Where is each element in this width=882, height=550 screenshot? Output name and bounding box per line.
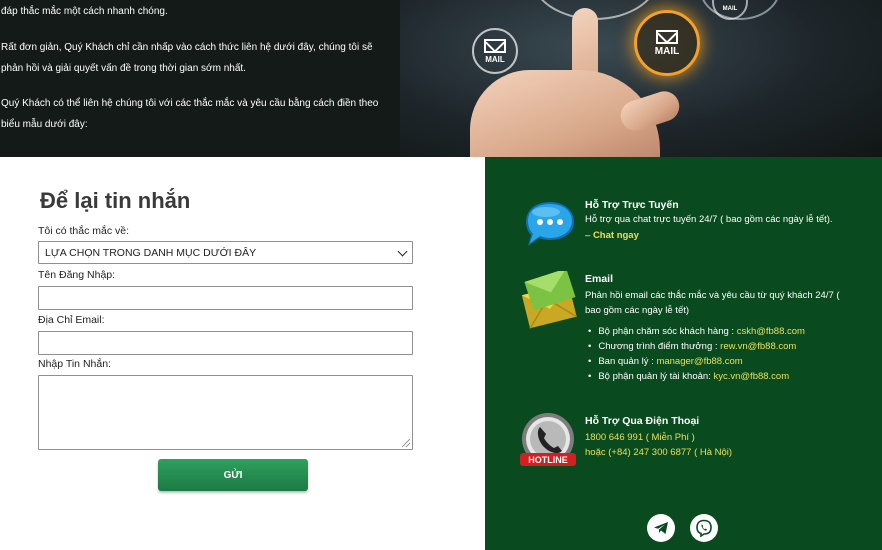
message-textarea[interactable]	[38, 375, 413, 450]
contact-label: Bộ phận quản lý tài khoản:	[598, 371, 714, 382]
hero-image: MAIL MAIL MAIL	[400, 0, 882, 157]
contact-label: Bộ phận chăm sóc khách hàng :	[598, 326, 737, 337]
contact-email-link[interactable]: rew.vn@fb88.com	[720, 341, 796, 352]
list-item: Bộ phận quản lý tài khoản: kyc.vn@fb88.c…	[588, 369, 805, 384]
contact-email-link[interactable]: kyc.vn@fb88.com	[713, 371, 789, 382]
hero-banner: đáp thắc mắc một cách nhanh chóng. Rất đ…	[0, 0, 882, 157]
mail-badge-label: MAIL	[722, 6, 738, 12]
hero-line-5: biểu mẫu dưới đây:	[1, 119, 88, 130]
hero-line-3: phản hồi và giải quyết vấn đề trong thời…	[1, 63, 246, 74]
contact-label: Chương trình điểm thưởng :	[598, 341, 721, 352]
chat-text: Hỗ trợ qua chat trực tuyến 24/7 ( bao gồ…	[585, 214, 833, 225]
envelope-icon	[484, 38, 506, 53]
form-title: Để lại tin nhắn	[40, 188, 191, 213]
contact-email-link[interactable]: cskh@fb88.com	[737, 326, 805, 337]
username-input[interactable]	[38, 286, 413, 310]
phone-title: Hỗ Trợ Qua Điện Thoại	[585, 415, 700, 427]
viber-icon[interactable]	[690, 514, 718, 542]
question-label: Tôi có thắc mắc về:	[38, 225, 130, 237]
telegram-icon[interactable]	[647, 514, 675, 542]
hotline-phone-icon[interactable]: HOTLINE	[518, 413, 578, 469]
hero-line-1: đáp thắc mắc một cách nhanh chóng.	[1, 6, 168, 17]
hotline-badge-label: HOTLINE	[528, 455, 568, 465]
chat-bubble-icon[interactable]	[520, 200, 576, 248]
question-select[interactable]: LỰA CHỌN TRONG DANH MỤC DƯỚI ĐÂY	[38, 241, 413, 264]
message-form: Để lại tin nhắn Tôi có thắc mắc về: LỰA …	[0, 157, 485, 550]
chat-title: Hỗ Trợ Trực Tuyến	[585, 199, 679, 211]
chat-now-link[interactable]: Chat ngay	[593, 230, 639, 241]
hero-line-4: Quý Khách có thể liên hệ chúng tôi với c…	[1, 98, 379, 109]
chevron-down-icon	[397, 246, 408, 257]
chat-link-row: – Chat ngay	[585, 228, 639, 244]
email-title: Email	[585, 273, 614, 285]
mail-badge-label: MAIL	[485, 54, 505, 64]
phone-free-number[interactable]: 1800 646 991 ( Miễn Phí )	[585, 430, 695, 446]
support-panel: Hỗ Trợ Trực Tuyến Hỗ trợ qua chat trực t…	[485, 157, 882, 550]
contact-email-list: Bộ phận chăm sóc khách hàng : cskh@fb88.…	[588, 324, 805, 384]
list-item: Ban quản lý : manager@fb88.com	[588, 354, 805, 369]
contact-email-link[interactable]: manager@fb88.com	[656, 356, 742, 367]
username-label: Tên Đăng Nhập:	[38, 269, 116, 281]
mail-badge-right: MAIL	[634, 10, 700, 76]
email-text-1: Phản hồi email các thắc mắc và yêu cầu t…	[585, 290, 840, 301]
email-input[interactable]	[38, 331, 413, 355]
question-select-value: LỰA CHỌN TRONG DANH MỤC DƯỚI ĐÂY	[45, 247, 257, 259]
message-label: Nhập Tin Nhắn:	[38, 358, 111, 370]
list-item: Bộ phận chăm sóc khách hàng : cskh@fb88.…	[588, 324, 805, 339]
chat-link-prefix: –	[585, 230, 593, 241]
envelope-icon[interactable]	[519, 271, 579, 335]
mail-badge-left: MAIL	[472, 28, 518, 74]
list-item: Chương trình điểm thưởng : rew.vn@fb88.c…	[588, 339, 805, 354]
email-text-2: bao gồm các ngày lễ tết)	[585, 305, 690, 316]
contact-label: Ban quản lý :	[598, 356, 657, 367]
resize-grip-icon[interactable]	[402, 439, 410, 447]
envelope-icon	[656, 29, 678, 44]
hero-line-2: Rất đơn giản, Quý Khách chỉ cần nhấp vào…	[1, 42, 373, 53]
submit-button[interactable]: GỬI	[158, 459, 308, 491]
email-label: Địa Chỉ Email:	[38, 314, 105, 326]
mail-badge-label: MAIL	[654, 45, 680, 57]
phone-hanoi-number[interactable]: hoặc (+84) 247 300 6877 ( Hà Nội)	[585, 445, 732, 461]
